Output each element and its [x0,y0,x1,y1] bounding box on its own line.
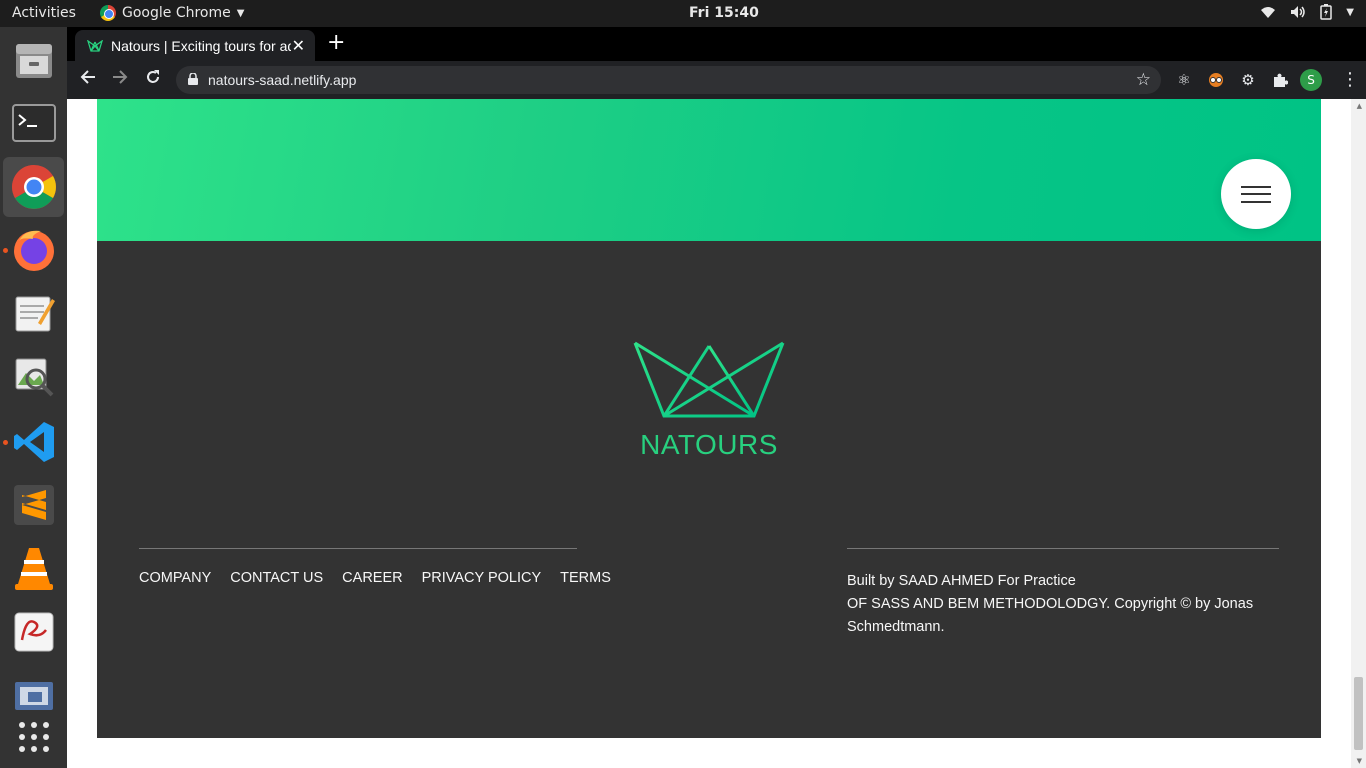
footer-link-company[interactable]: COMPANY [139,570,211,586]
tab-close-icon[interactable]: ✕ [292,36,305,55]
bookmark-star-icon[interactable]: ☆ [1136,70,1151,90]
footer-link-career[interactable]: CAREER [342,570,402,586]
footer-link-terms[interactable]: TERMS [560,570,611,586]
battery-icon [1320,4,1333,20]
vscode-icon [13,422,54,462]
arrow-left-icon [80,70,95,84]
clock[interactable]: Fri 15:40 [689,5,759,21]
natours-favicon-icon [87,39,103,52]
new-tab-button[interactable]: + [327,30,345,55]
footer-navigation: COMPANY CONTACT US CAREER PRIVACY POLICY… [139,570,611,586]
vlc-icon [14,548,53,590]
forward-button[interactable] [112,69,128,90]
back-button[interactable] [80,69,96,90]
extension-face-icon[interactable] [1206,70,1226,90]
terminal-launcher[interactable] [3,93,64,153]
vertical-scrollbar[interactable]: ▲ ▼ [1351,99,1366,768]
terminal-icon [11,104,56,142]
more-menu-icon[interactable]: ⋮ [1341,69,1359,90]
sublime-text-icon [13,485,54,525]
footer-link-contact-us[interactable]: CONTACT US [230,570,323,586]
footer: NATOURS COMPANY CONTACT US CAREER PRIVAC… [97,241,1321,738]
activities-button[interactable]: Activities [12,5,76,21]
lock-icon[interactable] [188,73,198,85]
dock [0,27,67,768]
system-top-bar: Activities Google Chrome ▼ Fri 15:40 ▼ [0,0,1366,27]
gear-icon[interactable]: ⚙ [1238,70,1258,90]
document-viewer-icon [14,612,53,652]
screenshot-icon [14,682,53,710]
document-viewer-launcher[interactable] [3,602,64,662]
tab-strip: Natours | Exciting tours for adventurous… [67,27,1366,61]
scroll-up-icon[interactable]: ▲ [1357,102,1362,110]
menu-line [1241,193,1271,195]
green-section [97,99,1321,241]
chrome-icon [100,5,116,21]
scrollbar-thumb[interactable] [1354,677,1363,750]
scroll-down-icon[interactable]: ▼ [1357,757,1362,765]
files-launcher[interactable] [3,30,64,90]
browser-toolbar: natours-saad.netlify.app ☆ ⚛ ⚙ S ⋮ [67,61,1366,99]
firefox-launcher[interactable] [3,220,64,280]
arrow-right-icon [113,70,128,84]
glasses-icon [1209,73,1223,87]
firefox-icon [13,230,54,271]
menu-line [1241,186,1271,188]
wifi-icon [1261,7,1276,18]
footer-divider [139,548,577,549]
tab-title: Natours | Exciting tours for adventurous… [111,37,291,54]
vlc-launcher[interactable] [3,539,64,599]
reload-icon [147,70,159,83]
copyright-line: OF SASS AND BEM METHODOLODGY. Copyright … [847,596,1254,635]
menu-line [1241,201,1271,203]
profile-avatar[interactable]: S [1300,69,1322,91]
puzzle-icon [1274,73,1288,87]
chrome-launcher[interactable] [3,157,64,217]
image-viewer-icon [15,358,53,397]
sublime-text-launcher[interactable] [3,475,64,535]
footer-link-privacy-policy[interactable]: PRIVACY POLICY [422,570,542,586]
chevron-down-icon: ▼ [1346,6,1354,18]
url-text: natours-saad.netlify.app [208,72,357,88]
vscode-launcher[interactable] [3,412,64,472]
text-editor-launcher[interactable] [3,283,64,343]
address-bar[interactable]: natours-saad.netlify.app ☆ [176,66,1161,94]
app-menu[interactable]: Google Chrome ▼ [100,5,244,21]
page-viewport: NATOURS COMPANY CONTACT US CAREER PRIVAC… [67,99,1366,768]
copyright-text: Built by SAAD AHMED For Practice OF SASS… [847,570,1267,639]
show-applications-button[interactable] [3,707,64,767]
app-name: Google Chrome [122,5,231,21]
logo-text: NATOURS [640,429,778,460]
hamburger-menu-button[interactable] [1221,159,1291,229]
status-area[interactable]: ▼ [1260,4,1354,20]
image-viewer-launcher[interactable] [3,347,64,407]
files-icon [15,44,52,78]
reload-button[interactable] [145,69,161,90]
natours-crown-logo-icon [633,341,785,418]
react-devtools-icon[interactable]: ⚛ [1174,70,1194,90]
copyright-line: Built by SAAD AHMED For Practice [847,573,1076,589]
grid-icon [18,722,49,752]
extensions-puzzle-icon[interactable] [1270,70,1290,90]
browser-tab[interactable]: Natours | Exciting tours for adventurous… [75,30,315,61]
chrome-icon [11,165,56,209]
volume-icon [1291,6,1306,18]
footer-divider [847,548,1279,549]
text-editor-icon [15,296,55,332]
chevron-down-icon: ▼ [236,7,245,19]
